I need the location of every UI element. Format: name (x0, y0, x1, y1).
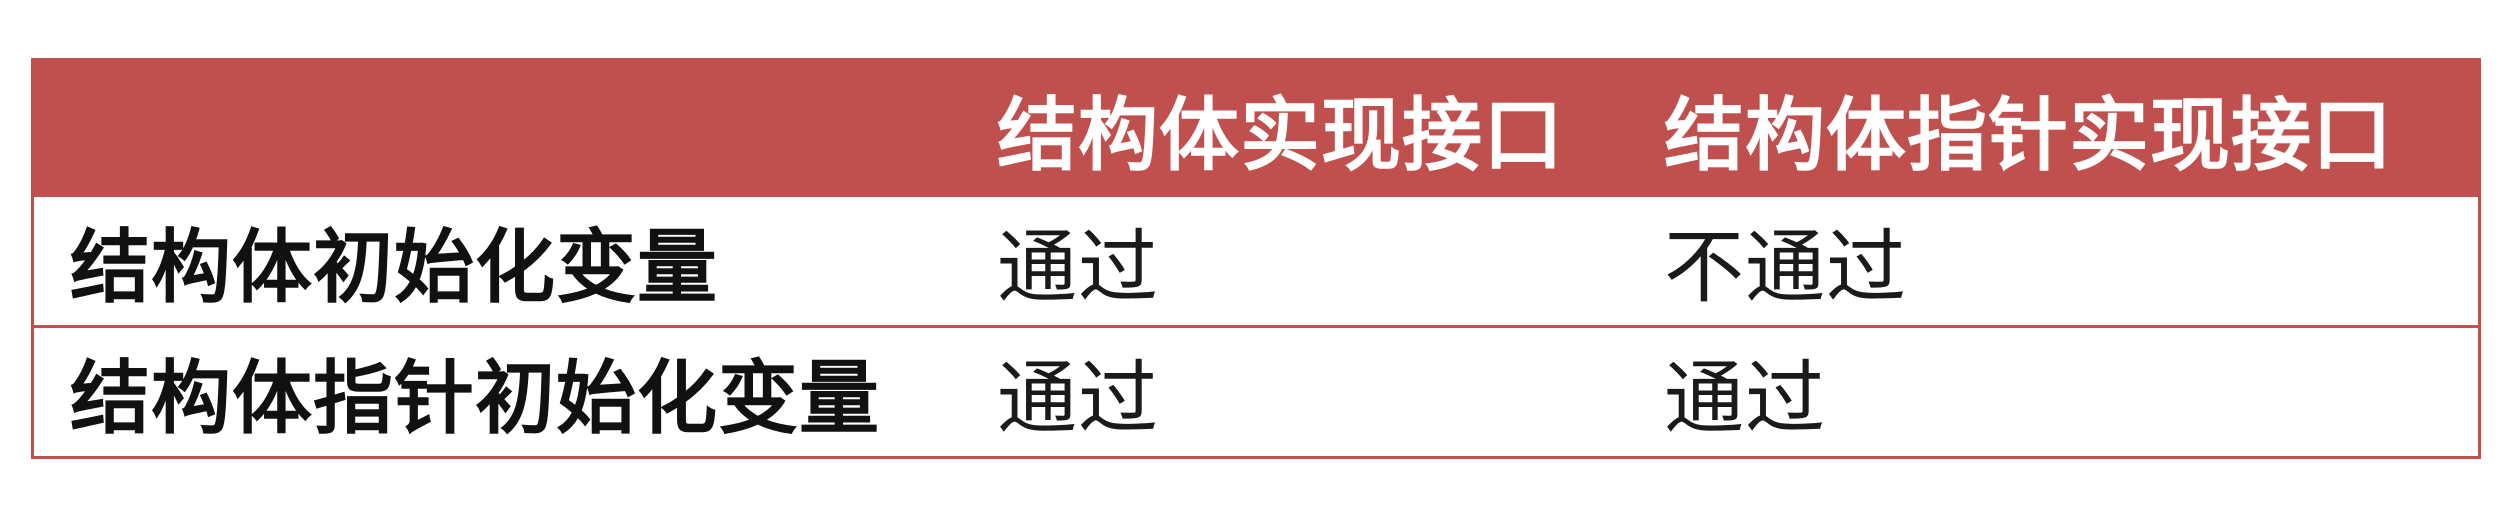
comparison-table: 结构体实现接口 结构体指针实现接口 结构体初始化变量 通过 不通过 结构体指针初… (31, 58, 2481, 459)
cell-value: 不通过 (1664, 221, 1907, 314)
page: 结构体实现接口 结构体指针实现接口 结构体初始化变量 通过 不通过 结构体指针初… (0, 0, 2520, 518)
table-row: 结构体初始化变量 通过 不通过 (34, 197, 2478, 328)
row-label-struct-pointer-init: 结构体指针初始化变量 (70, 352, 880, 445)
cell-value: 通过 (1664, 352, 1826, 445)
header-struct-pointer-implements-interface: 结构体指针实现接口 (1664, 89, 2393, 182)
row-label-struct-init: 结构体初始化变量 (70, 221, 718, 314)
header-corner-cell (34, 61, 997, 197)
header-struct-implements-interface: 结构体实现接口 (997, 89, 1564, 182)
table-row: 结构体指针初始化变量 通过 通过 (34, 328, 2478, 456)
cell-value: 通过 (997, 221, 1159, 314)
table-header-row: 结构体实现接口 结构体指针实现接口 (34, 61, 2478, 197)
cell-value: 通过 (997, 352, 1159, 445)
